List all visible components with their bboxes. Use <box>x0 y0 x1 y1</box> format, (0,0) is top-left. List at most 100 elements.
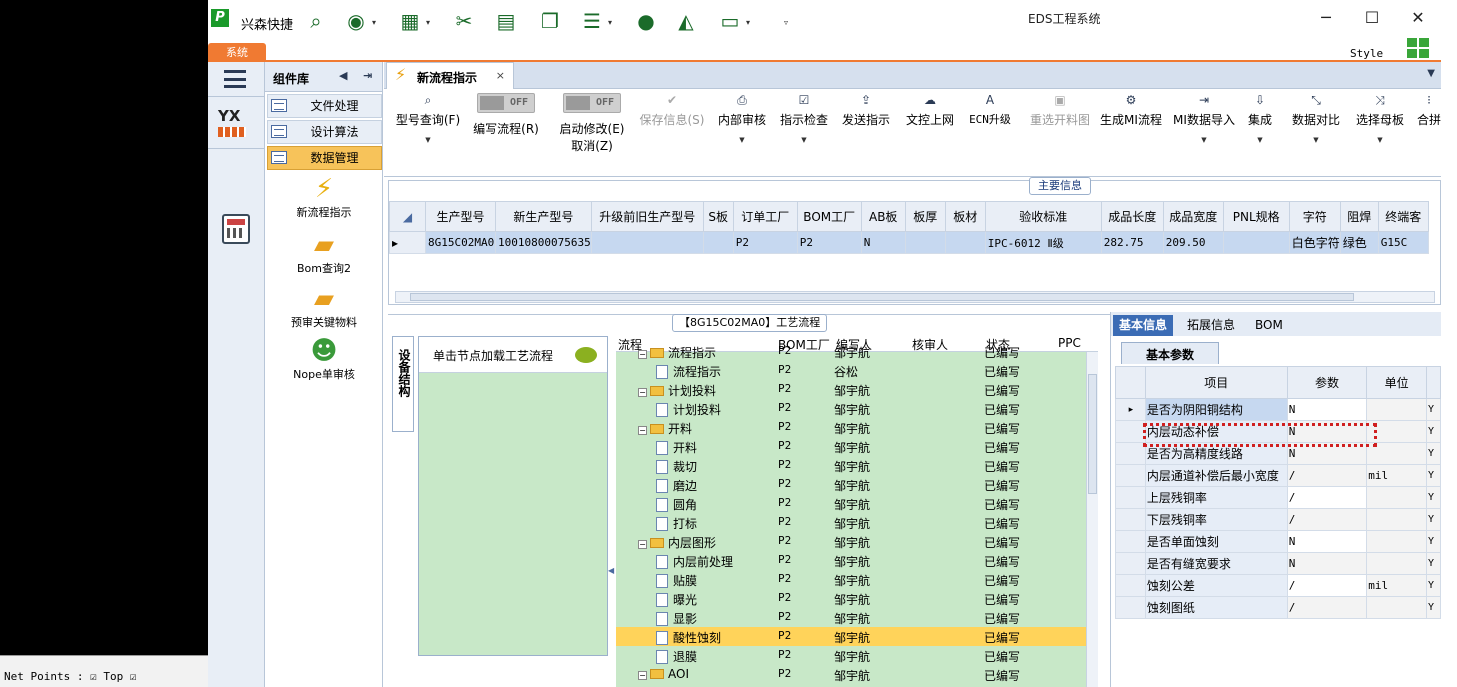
property-row[interactable]: 是否有缝宽要求 N Y <box>1115 552 1441 575</box>
main-info-cell[interactable] <box>590 231 704 254</box>
user-icon[interactable]: ● <box>632 7 660 35</box>
process-tree-row[interactable]: − 内层图形 P2 邹宇航 已编写 <box>616 532 1086 551</box>
main-info-cell[interactable] <box>1222 231 1290 254</box>
process-tree-row[interactable]: 流程指示 P2 谷松 已编写 <box>616 361 1086 380</box>
process-tree-row[interactable]: 显影 P2 邹宇航 已编写 <box>616 608 1086 627</box>
process-tree-row[interactable]: − 流程指示 P2 邹宇航 已编写 <box>616 342 1086 361</box>
property-unit[interactable]: mil <box>1366 464 1427 487</box>
expand-toggle-icon[interactable]: − <box>638 426 647 435</box>
main-info-cell[interactable]: 8G15C02MA0 <box>425 231 496 254</box>
chevron-down-icon[interactable]: ▾ <box>426 18 430 27</box>
property-param[interactable]: N <box>1286 442 1368 465</box>
combine-button[interactable]: ⁝ 合拼 <box>1414 93 1441 169</box>
maximize-button[interactable]: ☐ <box>1352 6 1392 30</box>
subitem-nope-review[interactable]: ☻ Nope单审核 <box>265 336 383 382</box>
main-info-col-header[interactable]: 验收标准 <box>984 201 1102 232</box>
expand-toggle-icon[interactable]: − <box>638 540 647 549</box>
tab-list-dropdown-icon[interactable]: ▼ <box>1427 68 1435 79</box>
mi-import-button[interactable]: ⇥ MI数据导入 ▼ <box>1170 93 1238 169</box>
process-tree-row[interactable]: 内层前处理 P2 邹宇航 已编写 <box>616 551 1086 570</box>
integrate-button[interactable]: ⇩ 集成 ▼ <box>1242 93 1278 169</box>
start-modify-toggle[interactable]: OFF 启动修改(E) 取消(Z) <box>550 93 634 169</box>
expand-toggle-icon[interactable]: − <box>638 350 647 359</box>
component-item-file[interactable]: 文件处理 <box>267 94 382 118</box>
model-query-button[interactable]: ⌕ 型号查询(F) ▼ <box>388 93 468 169</box>
property-row[interactable]: 内层动态补偿 N Y <box>1115 420 1441 443</box>
subitem-prereview[interactable]: ▰ 预审关键物料 <box>265 284 383 330</box>
property-param[interactable]: / <box>1286 486 1368 509</box>
property-unit[interactable] <box>1366 486 1427 509</box>
property-unit[interactable] <box>1366 530 1427 553</box>
property-param[interactable]: N <box>1286 552 1368 575</box>
tab-basic-params[interactable]: 基本参数 <box>1121 342 1219 364</box>
property-row[interactable]: 蚀刻图纸 / Y <box>1115 596 1441 619</box>
main-info-col-header[interactable]: AB板 <box>860 201 906 232</box>
film-icon[interactable]: ▤ <box>492 7 520 35</box>
subitem-new-flow[interactable]: ⚡ 新流程指示 <box>265 174 383 220</box>
doc-upload-button[interactable]: ☁ 文控上网 <box>900 93 960 169</box>
internal-review-button[interactable]: ⎙ 内部审核 ▼ <box>714 93 770 169</box>
tab-new-flow[interactable]: ⚡ 新流程指示 × <box>386 62 514 89</box>
chevron-down-icon[interactable]: ▾ <box>372 18 376 27</box>
main-info-col-header[interactable]: 板厚 <box>904 201 946 232</box>
write-flow-toggle[interactable]: OFF 编写流程(R) <box>466 93 546 169</box>
cancel-button[interactable]: 取消(Z) <box>550 137 634 154</box>
collapse-left-icon[interactable]: ◀ <box>608 566 614 575</box>
process-tree-row[interactable]: 退膜 P2 邹宇航 已编写 <box>616 646 1086 665</box>
process-tree-row[interactable]: − 计划投料 P2 邹宇航 已编写 <box>616 380 1086 399</box>
process-tree-row[interactable]: − 开料 P2 邹宇航 已编写 <box>616 418 1086 437</box>
component-item-algorithm[interactable]: 设计算法 <box>267 120 382 144</box>
property-param[interactable]: / <box>1286 464 1368 487</box>
process-tree-row[interactable]: 磨边 P2 邹宇航 已编写 <box>616 475 1086 494</box>
main-info-cell[interactable]: 282.75 <box>1100 231 1164 254</box>
scissors-icon[interactable]: ✂ <box>450 7 478 35</box>
tab-equipment-structure[interactable]: 设备结构 <box>392 336 414 432</box>
grid-icon[interactable]: ▦ <box>396 7 424 35</box>
collapse-left-icon[interactable]: ◀ <box>339 69 347 82</box>
main-info-col-header[interactable]: BOM工厂 <box>796 201 862 232</box>
process-tree-row[interactable]: 开料 P2 邹宇航 已编写 <box>616 437 1086 456</box>
main-info-col-header[interactable]: 终端客 <box>1377 201 1429 232</box>
calculator-icon[interactable] <box>222 214 250 244</box>
main-info-col-header[interactable]: 板材 <box>944 201 986 232</box>
property-unit[interactable]: mil <box>1366 574 1427 597</box>
col-param[interactable]: 参数 <box>1286 366 1368 399</box>
reselect-cut-button[interactable]: ▣ 重选开料图 <box>1024 93 1096 169</box>
main-info-col-header[interactable]: S板 <box>702 201 734 232</box>
tab-extended-info[interactable]: 拓展信息 <box>1181 315 1241 336</box>
save-info-button[interactable]: ✔ 保存信息(S) <box>636 93 708 169</box>
col-item[interactable]: 项目 <box>1144 366 1288 399</box>
copy-icon[interactable]: ❐ <box>536 7 564 35</box>
ecn-upgrade-button[interactable]: A ECN升级 <box>964 93 1016 169</box>
main-info-cell[interactable]: 白色字符 <box>1288 231 1341 254</box>
property-unit[interactable] <box>1366 508 1427 531</box>
property-row[interactable]: 下层残铜率 / Y <box>1115 508 1441 531</box>
horizontal-scrollbar[interactable] <box>395 291 1435 303</box>
process-tree-row[interactable]: 裁切 P2 邹宇航 已编写 <box>616 456 1086 475</box>
vertical-scrollbar[interactable] <box>1086 352 1098 687</box>
close-button[interactable]: ✕ <box>1398 6 1438 30</box>
property-row[interactable]: 是否为高精度线路 N Y <box>1115 442 1441 465</box>
main-info-col-header[interactable]: 新生产型号 <box>495 201 592 232</box>
main-info-cell[interactable] <box>702 231 734 254</box>
property-unit[interactable] <box>1366 442 1427 465</box>
component-item-data[interactable]: 数据管理 <box>267 146 382 170</box>
main-info-cell[interactable]: 绿色 <box>1339 231 1379 254</box>
hamburger-menu-icon[interactable] <box>224 70 246 88</box>
property-unit[interactable] <box>1366 596 1427 619</box>
search-icon[interactable]: ⌕ <box>302 7 330 35</box>
main-info-cell[interactable]: IPC-6012 Ⅱ级 <box>984 231 1102 254</box>
property-row[interactable]: 蚀刻公差 / mil Y <box>1115 574 1441 597</box>
main-info-cell[interactable]: 10010800075635 <box>495 231 592 254</box>
process-tree-row[interactable]: 打标 P2 邹宇航 已编写 <box>616 513 1086 532</box>
list-icon[interactable]: ☰ <box>578 7 606 35</box>
main-info-cell[interactable]: P2 <box>732 231 798 254</box>
property-row[interactable]: ▸ 是否为阴阳铜结构 N Y <box>1115 398 1441 421</box>
property-row[interactable]: 上层残铜率 / Y <box>1115 486 1441 509</box>
property-param[interactable]: N <box>1286 398 1368 421</box>
main-info-col-header[interactable]: 阻焊 <box>1339 201 1379 232</box>
process-tree-row[interactable]: 曝光 P2 邹宇航 已编写 <box>616 589 1086 608</box>
expand-toggle-icon[interactable]: − <box>638 388 647 397</box>
pin-icon[interactable]: ⇥ <box>363 69 372 82</box>
select-mother-board-button[interactable]: ⤨ 选择母板 ▼ <box>1350 93 1410 169</box>
